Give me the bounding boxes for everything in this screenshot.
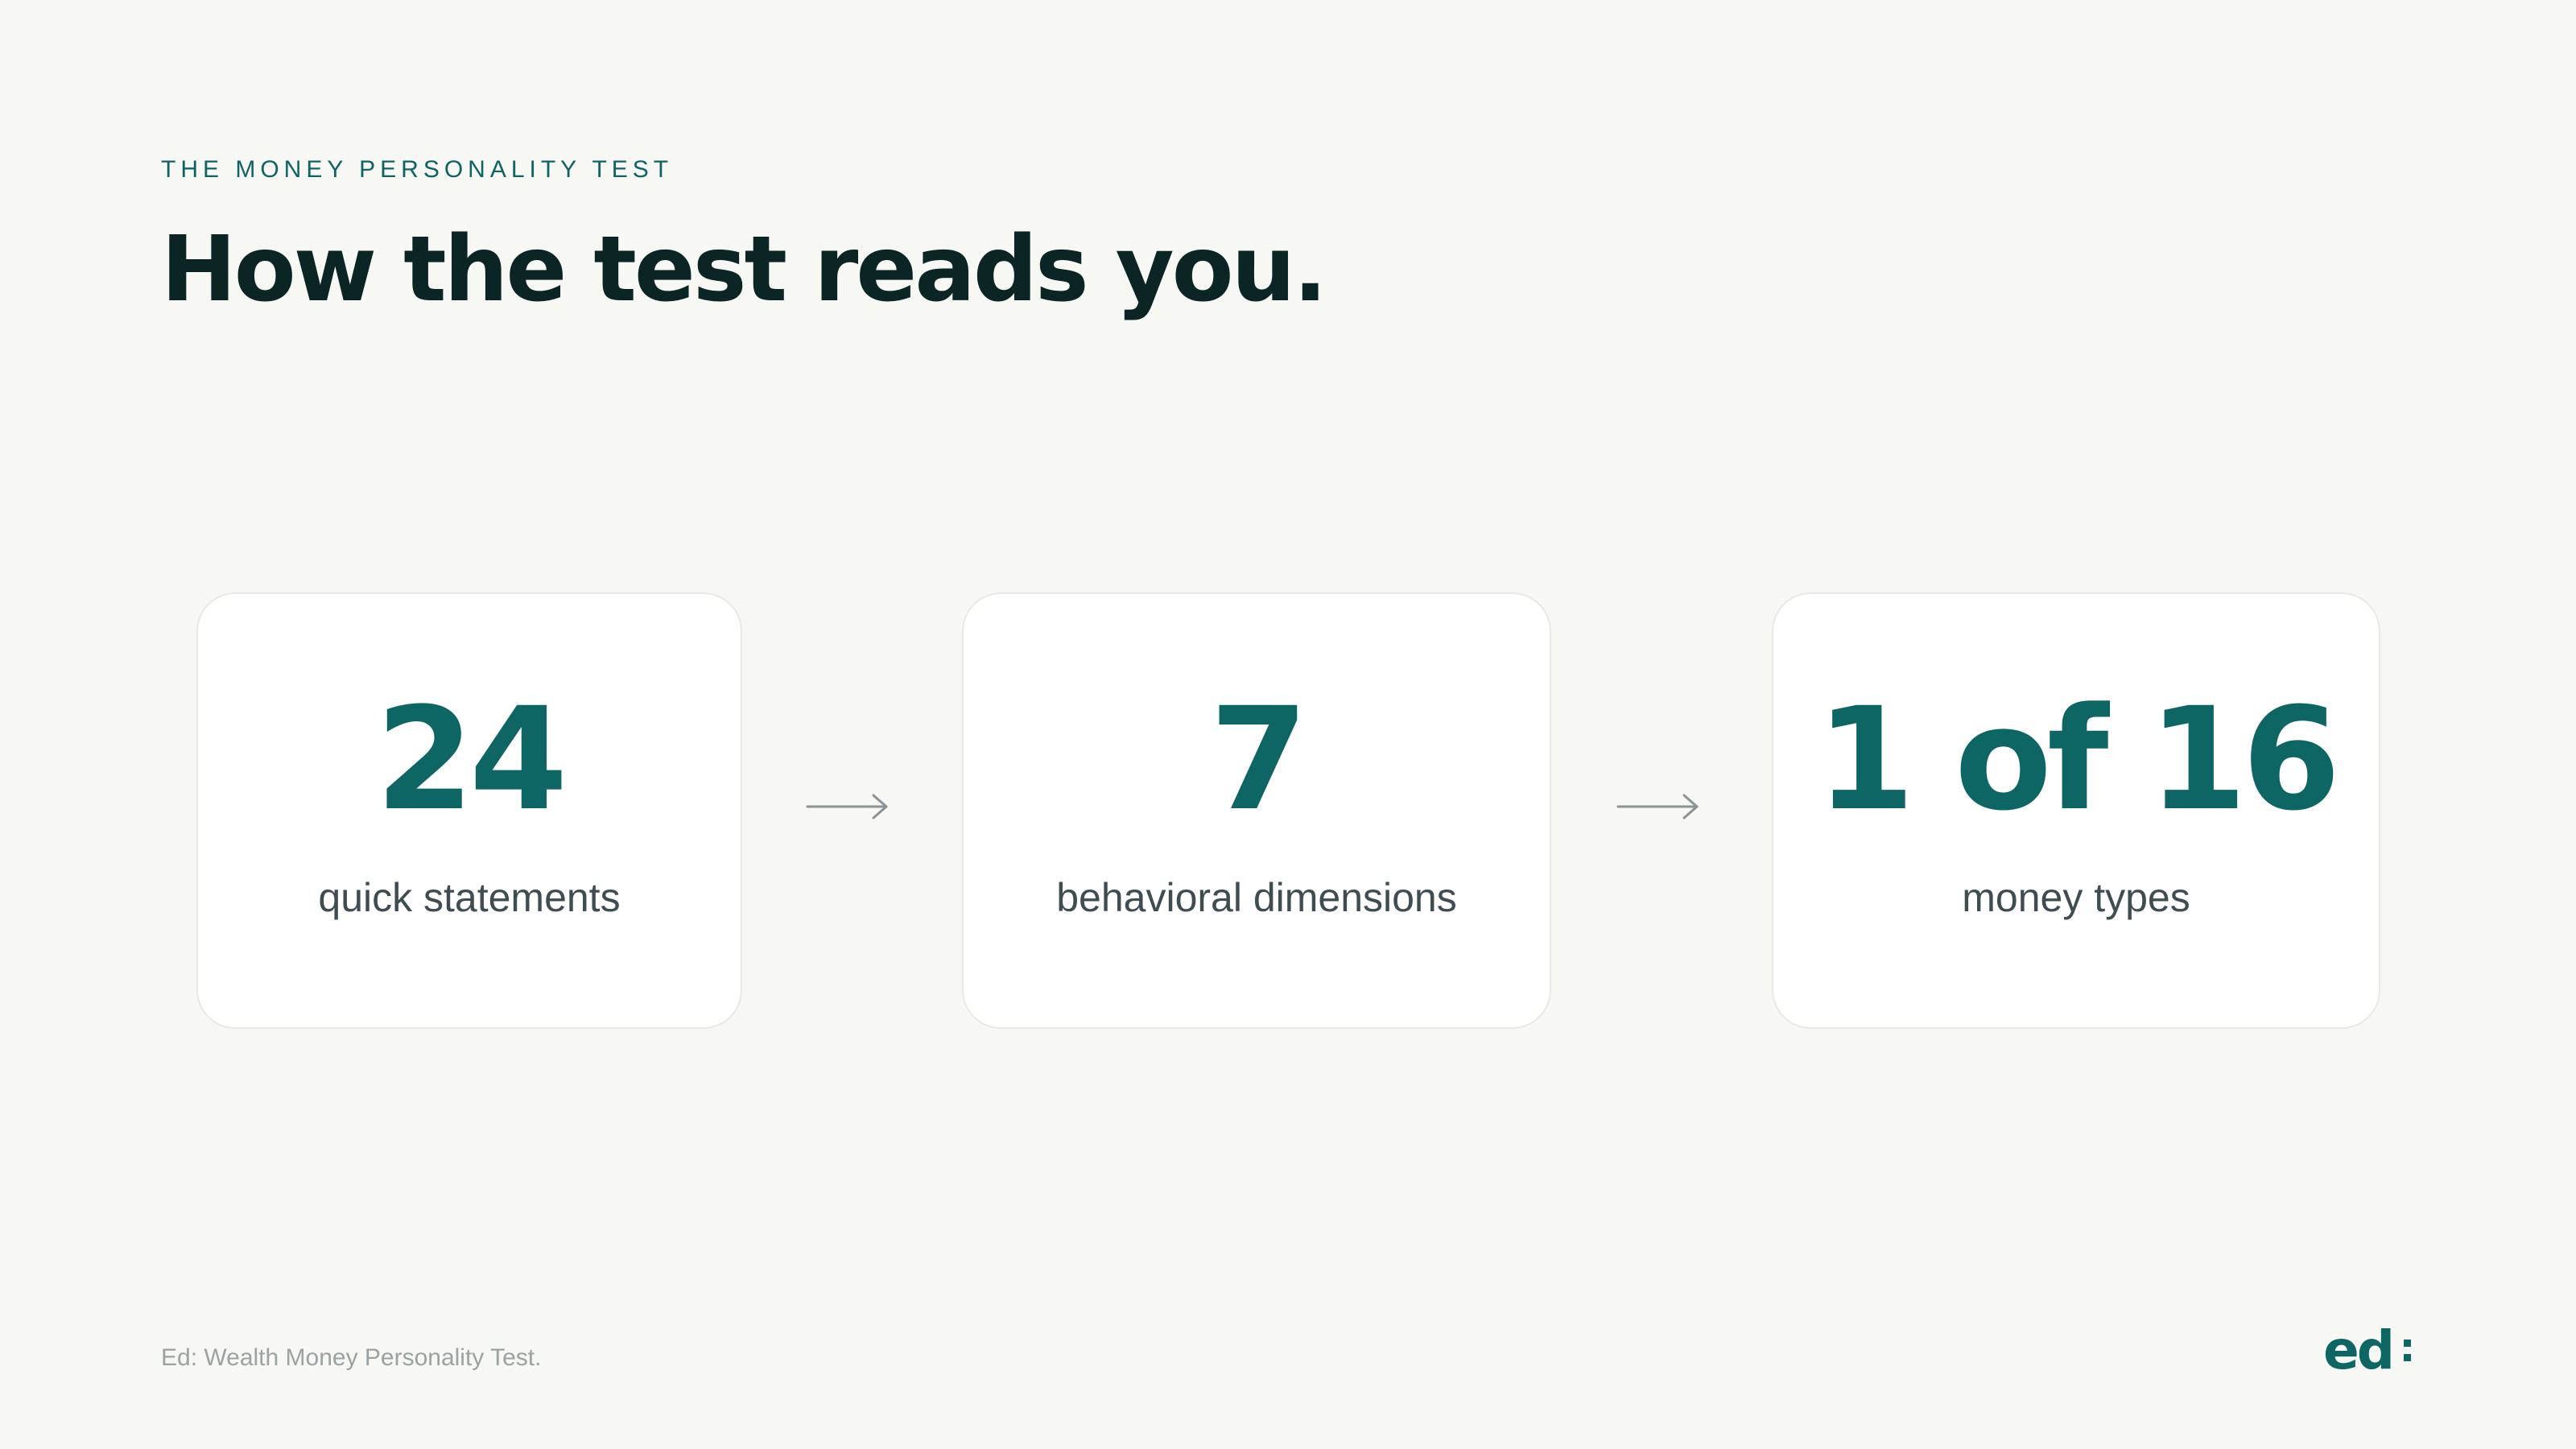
brand-logo-icon: ed xyxy=(2323,1319,2411,1381)
step-value: 1 of 16 xyxy=(1816,677,2340,842)
eyebrow-label: THE MONEY PERSONALITY TEST xyxy=(161,156,674,183)
step-label: behavioral dimensions xyxy=(1056,875,1457,920)
step-card-types: 1 of 16 money types xyxy=(1772,592,2380,1029)
step-card-dimensions: 7 behavioral dimensions xyxy=(962,592,1551,1029)
logo-text: ed xyxy=(2323,1319,2392,1381)
step-card-statements: 24 quick statements xyxy=(196,592,742,1029)
page-title: How the test reads you. xyxy=(161,217,1327,322)
arrow-right-icon xyxy=(806,794,888,819)
step-value: 7 xyxy=(1209,677,1308,842)
arrow-right-icon xyxy=(1616,794,1699,819)
step-label: money types xyxy=(1962,875,2190,920)
source-note: Ed: Wealth Money Personality Test. xyxy=(161,1344,542,1371)
step-value: 24 xyxy=(375,677,568,842)
step-label: quick statements xyxy=(318,875,621,920)
